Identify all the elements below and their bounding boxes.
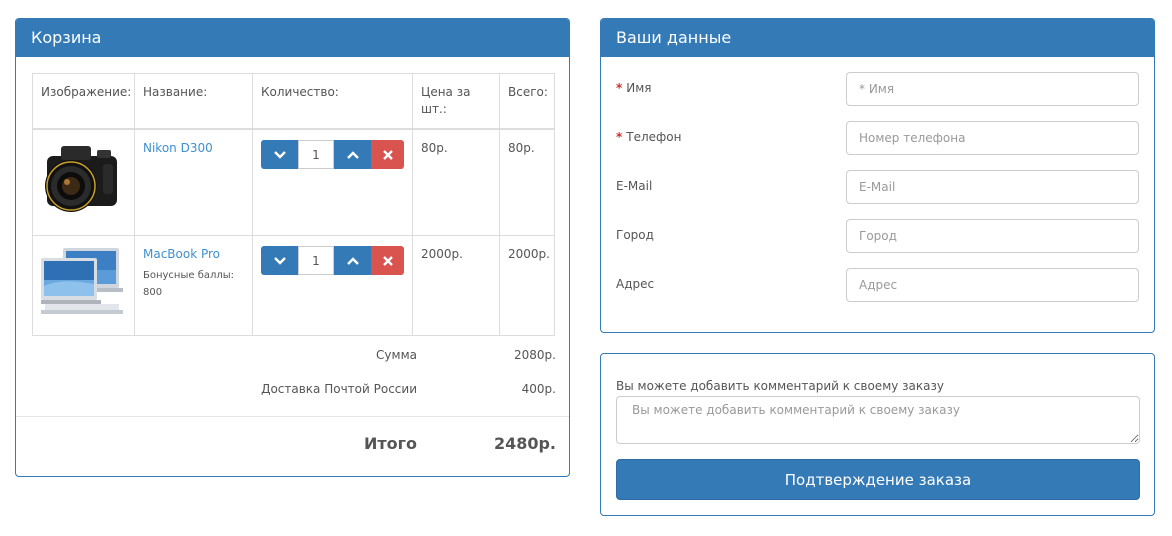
name-field[interactable] [846,72,1139,106]
subtotal-value: 2080р. [514,348,556,362]
summary-divider [16,416,569,417]
header-name: Название: [134,73,253,130]
shipping-value: 400р. [521,382,556,396]
line-total-cell: 80р. [499,128,555,236]
comment-label: Вы можете добавить комментарий к своему … [616,379,944,393]
quantity-input[interactable] [298,140,334,169]
subtotal-row: Сумма 2080р. [16,348,569,368]
city-label: Город [616,228,654,242]
increase-quantity-button[interactable] [334,140,371,169]
table-row: MacBook Pro Бонусные баллы: 800 1 2000р.… [32,235,555,336]
chevron-down-icon [273,256,286,265]
user-data-panel: Ваши данные *Имя *Телефон E-Mail Город А… [600,18,1155,333]
cart-table: Изображение: Название: Количество: Цена … [32,73,555,336]
bonus-points: Бонусные баллы: 800 [143,270,235,298]
address-label: Адрес [616,277,655,291]
laptop-image[interactable] [41,246,123,320]
decrease-quantity-button[interactable] [261,140,298,169]
email-row: E-Mail [616,170,1140,204]
increase-quantity-button[interactable] [334,246,371,275]
remove-x-icon [382,149,393,160]
camera-image[interactable] [41,140,123,220]
product-link[interactable]: Nikon D300 [143,141,213,155]
name-label: * Имя [616,81,652,95]
product-link[interactable]: MacBook Pro [143,247,220,261]
cart-panel: Корзина Изображение: Название: Количеств… [15,18,570,477]
chevron-down-icon [273,150,286,159]
remove-x-icon [382,255,393,266]
phone-field[interactable] [846,121,1139,155]
unit-price-cell: 2000р. [412,235,500,336]
address-row: Адрес [616,268,1140,302]
remove-item-button[interactable] [371,140,404,169]
quantity-cell [252,128,413,236]
shipping-label: Доставка Почтой России [261,382,417,396]
grand-total-label: Итого [363,434,417,453]
table-header-row: Изображение: Название: Количество: Цена … [32,73,555,130]
chevron-up-icon [346,150,359,159]
shipping-row: Доставка Почтой России 400р. [16,382,569,402]
grand-total-row: Итого 2480р. [16,434,569,458]
phone-label: * Телефон [616,130,682,144]
email-label: E-Mail [616,179,653,193]
quantity-stepper [261,246,404,275]
table-row: Nikon D300 1 80р. 80р. [32,128,555,236]
subtotal-label: Сумма [376,348,417,362]
unit-price-cell: 80р. [412,128,500,236]
product-name-cell: Nikon D300 [134,128,253,236]
comment-textarea[interactable] [616,396,1140,444]
remove-item-button[interactable] [371,246,404,275]
address-field[interactable] [846,268,1139,302]
line-total-cell: 2000р. [499,235,555,336]
name-row: * Имя [616,72,1140,106]
header-total: Всего: [499,73,555,130]
grand-total-value: 2480р. [493,434,556,453]
decrease-quantity-button[interactable] [261,246,298,275]
quantity-input[interactable] [298,246,334,275]
product-name-cell: MacBook Pro Бонусные баллы: 800 [134,235,253,336]
required-mark: * [616,81,623,95]
email-field[interactable] [846,170,1139,204]
confirm-order-button[interactable]: Подтверждение заказа [616,459,1140,500]
cart-title: Корзина [16,19,569,57]
chevron-up-icon [346,256,359,265]
phone-row: * Телефон [616,121,1140,155]
quantity-stepper [261,140,404,169]
quantity-cell [252,235,413,336]
user-data-title: Ваши данные [601,19,1154,57]
header-image: Изображение: [32,73,135,130]
header-quantity: Количество: [252,73,413,130]
product-image-cell [32,235,135,336]
comment-panel: Вы можете добавить комментарий к своему … [600,353,1155,516]
header-price: Цена за шт.: [412,73,500,130]
required-mark: * [616,130,623,144]
product-image-cell [32,128,135,236]
city-field[interactable] [846,219,1139,253]
city-row: Город [616,219,1140,253]
